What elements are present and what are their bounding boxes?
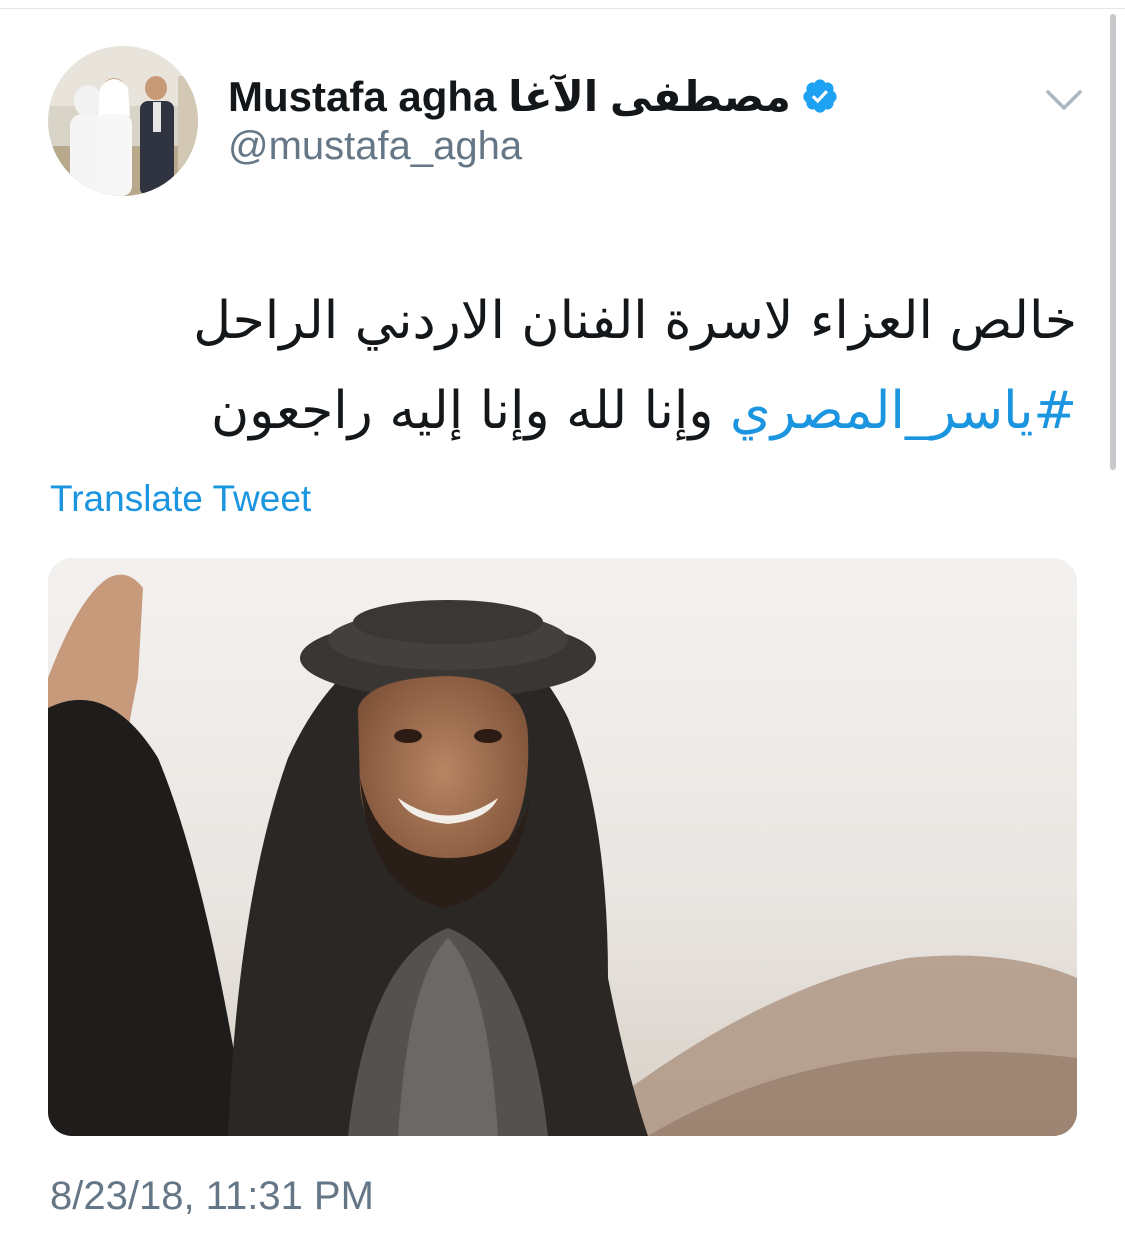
avatar-photo [48, 46, 198, 196]
tweet-line-2: #ياسر_المصري وإنا لله وإنا إليه راجعون [97, 366, 1077, 456]
tweet-text: خالص العزاء لاسرة الفنان الاردني الراحل … [97, 276, 1077, 456]
author-name-row[interactable]: Mustafa agha مصطفى الآغا [228, 68, 839, 124]
tweet-media-photo[interactable] [48, 558, 1077, 1136]
tweet-line-1: خالص العزاء لاسرة الفنان الاردني الراحل [193, 291, 1077, 351]
tweet-timestamp[interactable]: 8/23/18, 11:31 PM [50, 1174, 374, 1219]
scrollbar[interactable] [1110, 14, 1116, 470]
tweet-line-2-text: وإنا لله وإنا إليه راجعون [210, 381, 730, 441]
author-display-name[interactable]: Mustafa agha مصطفى الآغا [228, 72, 791, 121]
top-divider [0, 0, 1125, 9]
hashtag-link[interactable]: #ياسر_المصري [730, 381, 1077, 441]
author-handle[interactable]: @mustafa_agha [228, 124, 522, 169]
avatar[interactable] [48, 46, 198, 196]
chevron-down-icon[interactable] [1040, 82, 1088, 118]
verified-badge-icon [801, 77, 839, 115]
translate-tweet-link[interactable]: Translate Tweet [50, 478, 311, 520]
